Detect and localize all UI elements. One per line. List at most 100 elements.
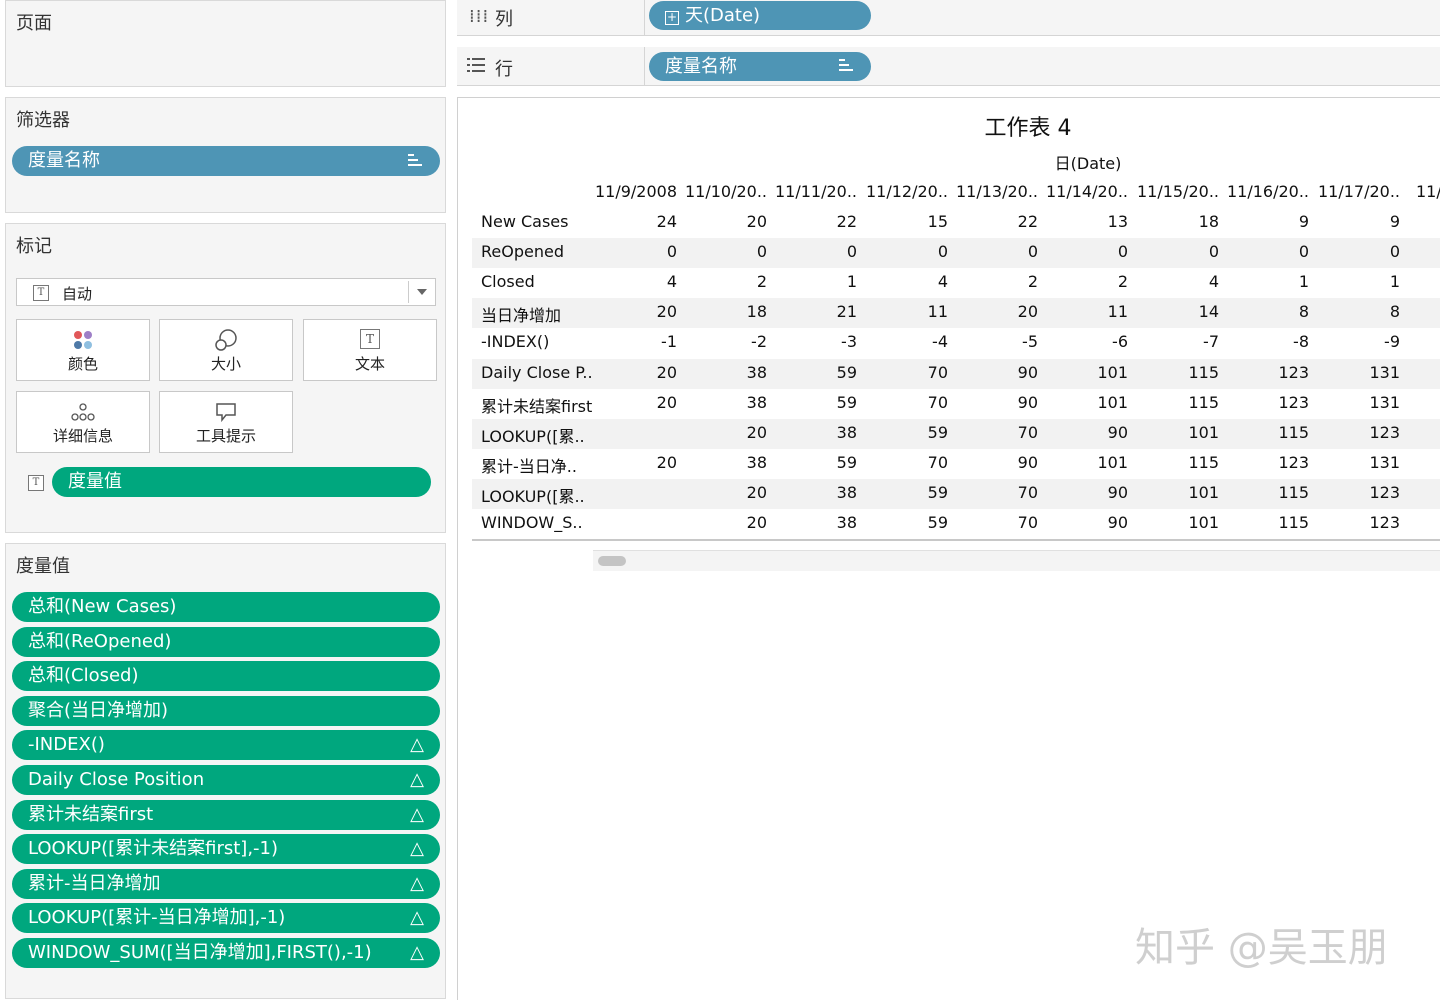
measure-value-pill[interactable]: 总和(ReOpened) xyxy=(12,626,440,657)
column-header[interactable]: 11/15/20.. xyxy=(1119,182,1219,201)
measure-value-label: 聚合(当日净增加) xyxy=(28,699,169,721)
color-icon xyxy=(17,328,149,352)
text-icon: T xyxy=(304,328,436,352)
row-header[interactable]: Daily Close P.. xyxy=(481,363,593,382)
table-cell: 101 xyxy=(1188,513,1219,532)
table-cell: 131 xyxy=(1369,362,1400,382)
table-cell: 0 xyxy=(1117,242,1128,262)
table-cell: 8 xyxy=(1389,302,1400,322)
filters-panel: 筛选器 度量名称 xyxy=(5,97,446,213)
table-cell: 20 xyxy=(746,212,767,231)
table-cell: -8 xyxy=(1293,332,1309,352)
table-cell: 123 xyxy=(1369,422,1400,442)
table-cell: 22 xyxy=(1017,212,1038,231)
table-cell: 123 xyxy=(1369,482,1400,502)
column-header[interactable]: 11/9/2008 xyxy=(577,182,677,201)
table-cell: 70 xyxy=(1017,422,1038,442)
table-cell: 8 xyxy=(1298,302,1309,322)
table-cell: 70 xyxy=(927,392,948,412)
table-cell: -6 xyxy=(1112,332,1128,352)
table-cell: 115 xyxy=(1188,392,1219,412)
column-header[interactable]: 11/ xyxy=(1416,182,1440,201)
size-icon xyxy=(160,328,292,352)
marks-title: 标记 xyxy=(16,236,52,257)
table-cell: 59 xyxy=(927,422,948,442)
table-cell: 21 xyxy=(836,302,857,322)
table-cell: 13 xyxy=(1107,212,1128,231)
row-header[interactable]: WINDOW_S.. xyxy=(481,513,583,532)
measure-value-label: WINDOW_SUM([当日净增加],FIRST(),-1) xyxy=(28,942,372,963)
color-label: 颜色 xyxy=(67,355,98,373)
table-cell: 115 xyxy=(1278,513,1309,532)
column-header[interactable]: 11/14/20.. xyxy=(1028,182,1128,201)
table-cell: 2 xyxy=(756,272,767,292)
column-header[interactable]: 11/16/20.. xyxy=(1209,182,1309,201)
column-header[interactable]: 11/17/20.. xyxy=(1300,182,1400,201)
table-row: 累计未结案first 20 38 59 70 90 101 115 123 131 xyxy=(472,389,1440,419)
measure-value-pill[interactable]: LOOKUP([累计未结案first],-1) △ xyxy=(12,834,440,865)
measure-value-pill[interactable]: LOOKUP([累计-当日净增加],-1) △ xyxy=(12,903,440,934)
text-pill-measure-values[interactable]: 度量值 xyxy=(52,467,431,497)
measure-value-pill[interactable]: 聚合(当日净增加) xyxy=(12,695,440,726)
table-cell: 101 xyxy=(1188,422,1219,442)
measure-value-pill[interactable]: 总和(Closed) xyxy=(12,661,440,692)
table-cell: -1 xyxy=(661,332,677,352)
table-cell: -5 xyxy=(1022,332,1038,352)
table-cell: 4 xyxy=(666,272,677,292)
size-button[interactable]: 大小 xyxy=(159,319,293,381)
pages-panel: 页面 xyxy=(5,0,446,87)
table-cell: 20 xyxy=(656,452,677,472)
column-header[interactable]: 11/11/20.. xyxy=(757,182,857,201)
measure-value-label: 总和(ReOpened) xyxy=(28,630,172,652)
rows-pill-measure-names[interactable]: 度量名称 xyxy=(649,52,871,81)
table-cell: 70 xyxy=(1017,513,1038,532)
table-cell: 115 xyxy=(1278,422,1309,442)
row-header[interactable]: 累计-当日净.. xyxy=(481,453,577,477)
columns-label: 列 xyxy=(495,9,513,30)
table-row: Closed 4 2 1 4 2 2 4 1 1 xyxy=(472,268,1440,298)
mark-type-dropdown[interactable]: T 自动 xyxy=(16,278,436,306)
measure-value-pill[interactable]: 总和(New Cases) xyxy=(12,592,440,622)
table-row: LOOKUP([累.. 20 38 59 70 90 101 115 123 xyxy=(472,478,1440,509)
measure-value-pill[interactable]: -INDEX() △ xyxy=(12,730,440,761)
table-cell: -3 xyxy=(841,332,857,352)
scrollbar-thumb[interactable] xyxy=(598,556,626,566)
table-cell: 0 xyxy=(1208,242,1219,262)
row-header[interactable]: -INDEX() xyxy=(481,332,549,351)
table-cell: 20 xyxy=(656,302,677,322)
horizontal-scrollbar[interactable] xyxy=(593,550,1440,571)
row-header[interactable]: ReOpened xyxy=(481,242,564,261)
columns-pill-day-date[interactable]: + 天(Date) xyxy=(649,1,871,30)
measure-value-pill[interactable]: WINDOW_SUM([当日净增加],FIRST(),-1) △ xyxy=(12,938,440,968)
detail-button[interactable]: 详细信息 xyxy=(16,391,150,453)
row-header[interactable]: LOOKUP([累.. xyxy=(481,483,585,507)
measure-value-pill[interactable]: 累计未结案first △ xyxy=(12,799,440,830)
table-cell: 0 xyxy=(937,242,948,262)
table-cell: 38 xyxy=(836,482,857,502)
row-header[interactable]: LOOKUP([累.. xyxy=(481,423,585,447)
measure-value-pill[interactable]: 累计-当日净增加 △ xyxy=(12,868,440,899)
column-header[interactable]: 11/10/20.. xyxy=(667,182,767,201)
table-cell: 70 xyxy=(927,362,948,382)
measure-values-panel: 度量值 总和(New Cases) 总和(ReOpened) 总和(Closed) 聚… xyxy=(5,543,446,999)
measure-value-pill[interactable]: Daily Close Position △ xyxy=(12,765,440,795)
column-header[interactable]: 11/12/20.. xyxy=(848,182,948,201)
table-cell: 0 xyxy=(756,242,767,262)
column-header[interactable]: 11/13/20.. xyxy=(938,182,1038,201)
table-cell: 115 xyxy=(1188,452,1219,472)
filter-pill-measure-names[interactable]: 度量名称 xyxy=(12,146,440,176)
table-cell: 24 xyxy=(656,212,677,231)
row-header[interactable]: Closed xyxy=(481,272,535,291)
table-cell: 131 xyxy=(1369,392,1400,412)
tooltip-icon xyxy=(160,400,292,424)
text-button[interactable]: T 文本 xyxy=(303,319,437,381)
color-button[interactable]: 颜色 xyxy=(16,319,150,381)
row-header[interactable]: 累计未结案first xyxy=(481,393,592,417)
pages-title: 页面 xyxy=(16,13,52,34)
watermark: 知乎 @吴玉朋 xyxy=(1135,925,1388,971)
row-header[interactable]: 当日净增加 xyxy=(481,302,561,326)
rows-shelf: 行 度量名称 xyxy=(457,47,1440,86)
table-cell: 59 xyxy=(927,482,948,502)
tooltip-button[interactable]: 工具提示 xyxy=(159,391,293,453)
row-header[interactable]: New Cases xyxy=(481,212,568,231)
